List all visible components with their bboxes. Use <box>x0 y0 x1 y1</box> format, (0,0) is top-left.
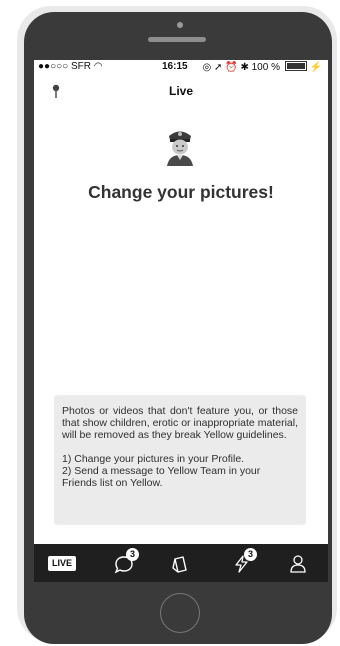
tab-notifications[interactable]: 3 <box>230 544 266 582</box>
guidelines-notice: Photos or videos that don't feature you,… <box>54 395 306 525</box>
clock: 16:15 <box>162 61 188 72</box>
home-button[interactable] <box>160 593 200 633</box>
tab-chat[interactable]: 3 <box>112 544 148 582</box>
tab-cards[interactable] <box>168 544 192 582</box>
notification-count-badge: 3 <box>244 548 257 561</box>
page-title: Live <box>168 84 193 98</box>
lock-rotation-icon: ◎ <box>202 62 212 73</box>
notice-step: 1) Change your pictures in your Profile. <box>62 453 245 465</box>
status-bar: ●●○○○ SFR ◠ 16:15 ◎ ➚ ⏰ ✱ 100 % ⚡ <box>34 60 328 74</box>
wifi-icon: ◠ <box>93 61 103 72</box>
battery-percent: 100 % <box>251 62 280 73</box>
tab-bar: LIVE 3 3 <box>34 544 328 582</box>
notice-paragraph: Photos or videos that don't feature you,… <box>62 405 298 441</box>
carrier-label: ●●○○○ SFR <box>38 61 91 72</box>
notice-step: 2) Send a message to Yellow Team in your… <box>62 465 261 489</box>
tab-live[interactable]: LIVE <box>48 556 76 571</box>
tab-profile[interactable] <box>286 544 310 582</box>
profile-icon <box>290 555 306 573</box>
police-officer-icon <box>167 131 193 166</box>
bluetooth-icon: ✱ <box>240 62 249 73</box>
charging-icon: ⚡ <box>309 62 322 73</box>
earpiece-speaker <box>148 37 206 42</box>
location-icon: ➚ <box>214 62 223 73</box>
headline: Change your pictures! <box>88 182 274 202</box>
battery-icon <box>284 61 307 71</box>
front-camera <box>177 22 183 28</box>
app-screen: ●●○○○ SFR ◠ 16:15 ◎ ➚ ⏰ ✱ 100 % ⚡ Live C… <box>34 60 328 582</box>
chat-count-badge: 3 <box>126 548 139 561</box>
cards-icon <box>172 556 187 573</box>
alarm-icon: ⏰ <box>225 62 238 73</box>
